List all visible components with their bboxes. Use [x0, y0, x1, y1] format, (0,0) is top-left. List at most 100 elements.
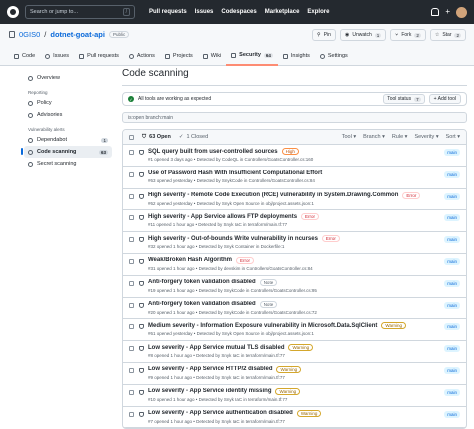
tab-code[interactable]: Code [9, 46, 40, 66]
branch-label[interactable]: main [444, 279, 460, 287]
sidebar-item-policy[interactable]: Policy [24, 97, 112, 109]
sidebar-item-code-scanning[interactable]: Code scanning 63 [21, 146, 112, 158]
nav-marketplace[interactable]: Marketplace [265, 9, 300, 15]
unwatch-button[interactable]: ◉ Unwatch 1 [339, 29, 387, 41]
branch-label[interactable]: main [444, 388, 460, 396]
alert-checkbox[interactable] [129, 389, 134, 395]
closed-alerts-tab[interactable]: ✓ 1 Closed [179, 134, 208, 140]
tab-wiki[interactable]: Wiki [198, 46, 226, 66]
github-logo-icon[interactable] [7, 6, 19, 18]
alert-title-link[interactable]: Low severity - App Service HTTP/2 disabl… [148, 366, 272, 372]
alert-title-row: High severity - App Service allows FTP d… [148, 213, 460, 221]
branch-label[interactable]: main [444, 170, 460, 178]
alert-title-link[interactable]: Anti-forgery token validation disabled [148, 279, 256, 285]
alert-checkbox[interactable] [129, 324, 134, 330]
branch-label[interactable]: main [444, 323, 460, 331]
alert-row[interactable]: Low severity - App Service authenticatio… [123, 407, 466, 429]
alert-title-link[interactable]: Weak/Broken Hash Algorithm [148, 257, 232, 263]
tab-projects[interactable]: Projects [160, 46, 198, 66]
alert-title-link[interactable]: High severity - Out-of-bounds Write vuln… [148, 236, 318, 242]
nav-codespaces[interactable]: Codespaces [221, 9, 256, 15]
alert-row[interactable]: Anti-forgery token validation disabled No… [123, 276, 466, 298]
user-avatar[interactable] [456, 6, 467, 18]
alert-row[interactable]: Medium severity - Information Exposure v… [123, 319, 466, 342]
filter-rule-dropdown[interactable]: Rule ▾ [392, 134, 408, 140]
alert-row[interactable]: SQL query built from user-controlled sou… [123, 145, 466, 167]
create-new-plus-icon[interactable]: + [445, 8, 450, 16]
alert-row[interactable]: Weak/Broken Hash Algorithm Error #31 opene… [123, 254, 466, 276]
pin-button[interactable]: ⚲ Pin [312, 29, 336, 41]
alert-title-link[interactable]: Medium severity - Information Exposure v… [148, 323, 377, 329]
filter-branch-dropdown[interactable]: Branch ▾ [363, 134, 385, 140]
branch-label[interactable]: main [444, 366, 460, 374]
fork-button[interactable]: ⑂ Fork 2 [390, 29, 426, 41]
alert-checkbox[interactable] [129, 280, 134, 286]
alert-checkbox[interactable] [129, 237, 134, 243]
alert-title-link[interactable]: Low severity - App Service identity miss… [148, 388, 271, 394]
alert-row[interactable]: High severity - Out-of-bounds Write vuln… [123, 232, 466, 254]
alert-checkbox[interactable] [129, 367, 134, 373]
alert-checkbox[interactable] [129, 193, 134, 199]
sidebar-item-advisories[interactable]: Advisories [24, 109, 112, 121]
alert-row[interactable]: Low severity - App Service mutual TLS di… [123, 341, 466, 363]
tab-security[interactable]: Security 64 [226, 46, 278, 66]
notifications-bell-icon[interactable] [431, 8, 440, 16]
open-alerts-tab[interactable]: ⛉ 63 Open [142, 134, 171, 141]
alert-checkbox[interactable] [129, 215, 134, 221]
alert-meta: #1 opened 3 days ago • Detected by CodeQ… [148, 157, 314, 162]
branch-label[interactable]: main [444, 214, 460, 222]
branch-label[interactable]: main [444, 345, 460, 353]
alert-title-link[interactable]: High severity - App Service allows FTP d… [148, 214, 297, 220]
tool-status-button[interactable]: Tool status 7 [383, 94, 425, 104]
alert-title-link[interactable]: Use of Password Hash With Insufficient C… [148, 170, 322, 176]
alert-title-link[interactable]: SQL query built from user-controlled sou… [148, 149, 278, 155]
add-tool-button[interactable]: + Add tool [428, 94, 461, 104]
sidebar-item-dependabot[interactable]: Dependabot 1 [24, 134, 112, 146]
tab-insights[interactable]: Insights [278, 46, 315, 66]
alert-title-link[interactable]: Low severity - App Service authenticatio… [148, 410, 293, 416]
filter-severity-dropdown[interactable]: Severity ▾ [414, 134, 438, 140]
severity-badge: Error [236, 256, 255, 264]
tab-settings[interactable]: Settings [315, 46, 353, 66]
branch-label[interactable]: main [444, 192, 460, 200]
alert-checkbox[interactable] [129, 302, 134, 308]
nav-issues[interactable]: Issues [195, 9, 214, 15]
alerts-filter-input[interactable]: is:open branch:main [122, 112, 467, 123]
nav-pull-requests[interactable]: Pull requests [149, 9, 187, 15]
alert-row[interactable]: Anti-forgery token validation disabled No… [123, 298, 466, 320]
repo-tabs: Code Issues Pull requests Actions Projec… [9, 46, 353, 66]
branch-label[interactable]: main [444, 257, 460, 265]
alert-row[interactable]: High severity - App Service allows FTP d… [123, 210, 466, 233]
alert-checkbox[interactable] [129, 411, 134, 417]
alert-title-link[interactable]: Anti-forgery token validation disabled [148, 301, 256, 307]
alert-checkbox[interactable] [129, 171, 134, 177]
alert-checkbox[interactable] [129, 150, 134, 155]
alert-checkbox[interactable] [129, 346, 134, 352]
tab-issues[interactable]: Issues [40, 46, 74, 66]
sidebar-item-overview[interactable]: Overview [24, 72, 112, 84]
branch-label[interactable]: main [444, 301, 460, 309]
nav-explore[interactable]: Explore [307, 9, 329, 15]
sort-dropdown[interactable]: Sort ▾ [446, 134, 460, 140]
repo-name-link[interactable]: dotnet-goat-api [50, 30, 105, 39]
alert-body: High severity - App Service allows FTP d… [148, 213, 460, 227]
select-all-checkbox[interactable] [129, 134, 134, 140]
tab-pull-requests[interactable]: Pull requests [74, 46, 124, 66]
alert-title-link[interactable]: High severity - Remote Code Execution (R… [148, 192, 398, 198]
alert-row[interactable]: Low severity - App Service HTTP/2 disabl… [123, 363, 466, 385]
search-shortcut-key: / [122, 8, 130, 16]
alert-row[interactable]: Use of Password Hash With Insufficient C… [123, 167, 466, 189]
filter-tool-dropdown[interactable]: Tool ▾ [342, 134, 356, 140]
alert-row[interactable]: Low severity - App Service identity miss… [123, 385, 466, 407]
alert-checkbox[interactable] [129, 258, 134, 264]
branch-label[interactable]: main [444, 236, 460, 244]
tab-actions[interactable]: Actions [124, 46, 160, 66]
repo-owner-link[interactable]: 0GIS0 [19, 30, 40, 39]
tools-actions: Tool status 7 + Add tool [383, 94, 461, 104]
branch-label[interactable]: main [444, 149, 460, 156]
search-input[interactable]: Search or jump to... / [25, 5, 135, 19]
sidebar-item-secret-scanning[interactable]: Secret scanning [24, 158, 112, 170]
alert-row[interactable]: High severity - Remote Code Execution (R… [123, 189, 466, 211]
alert-title-link[interactable]: Low severity - App Service mutual TLS di… [148, 345, 284, 351]
star-button[interactable]: ☆ Star 2 [429, 29, 466, 41]
